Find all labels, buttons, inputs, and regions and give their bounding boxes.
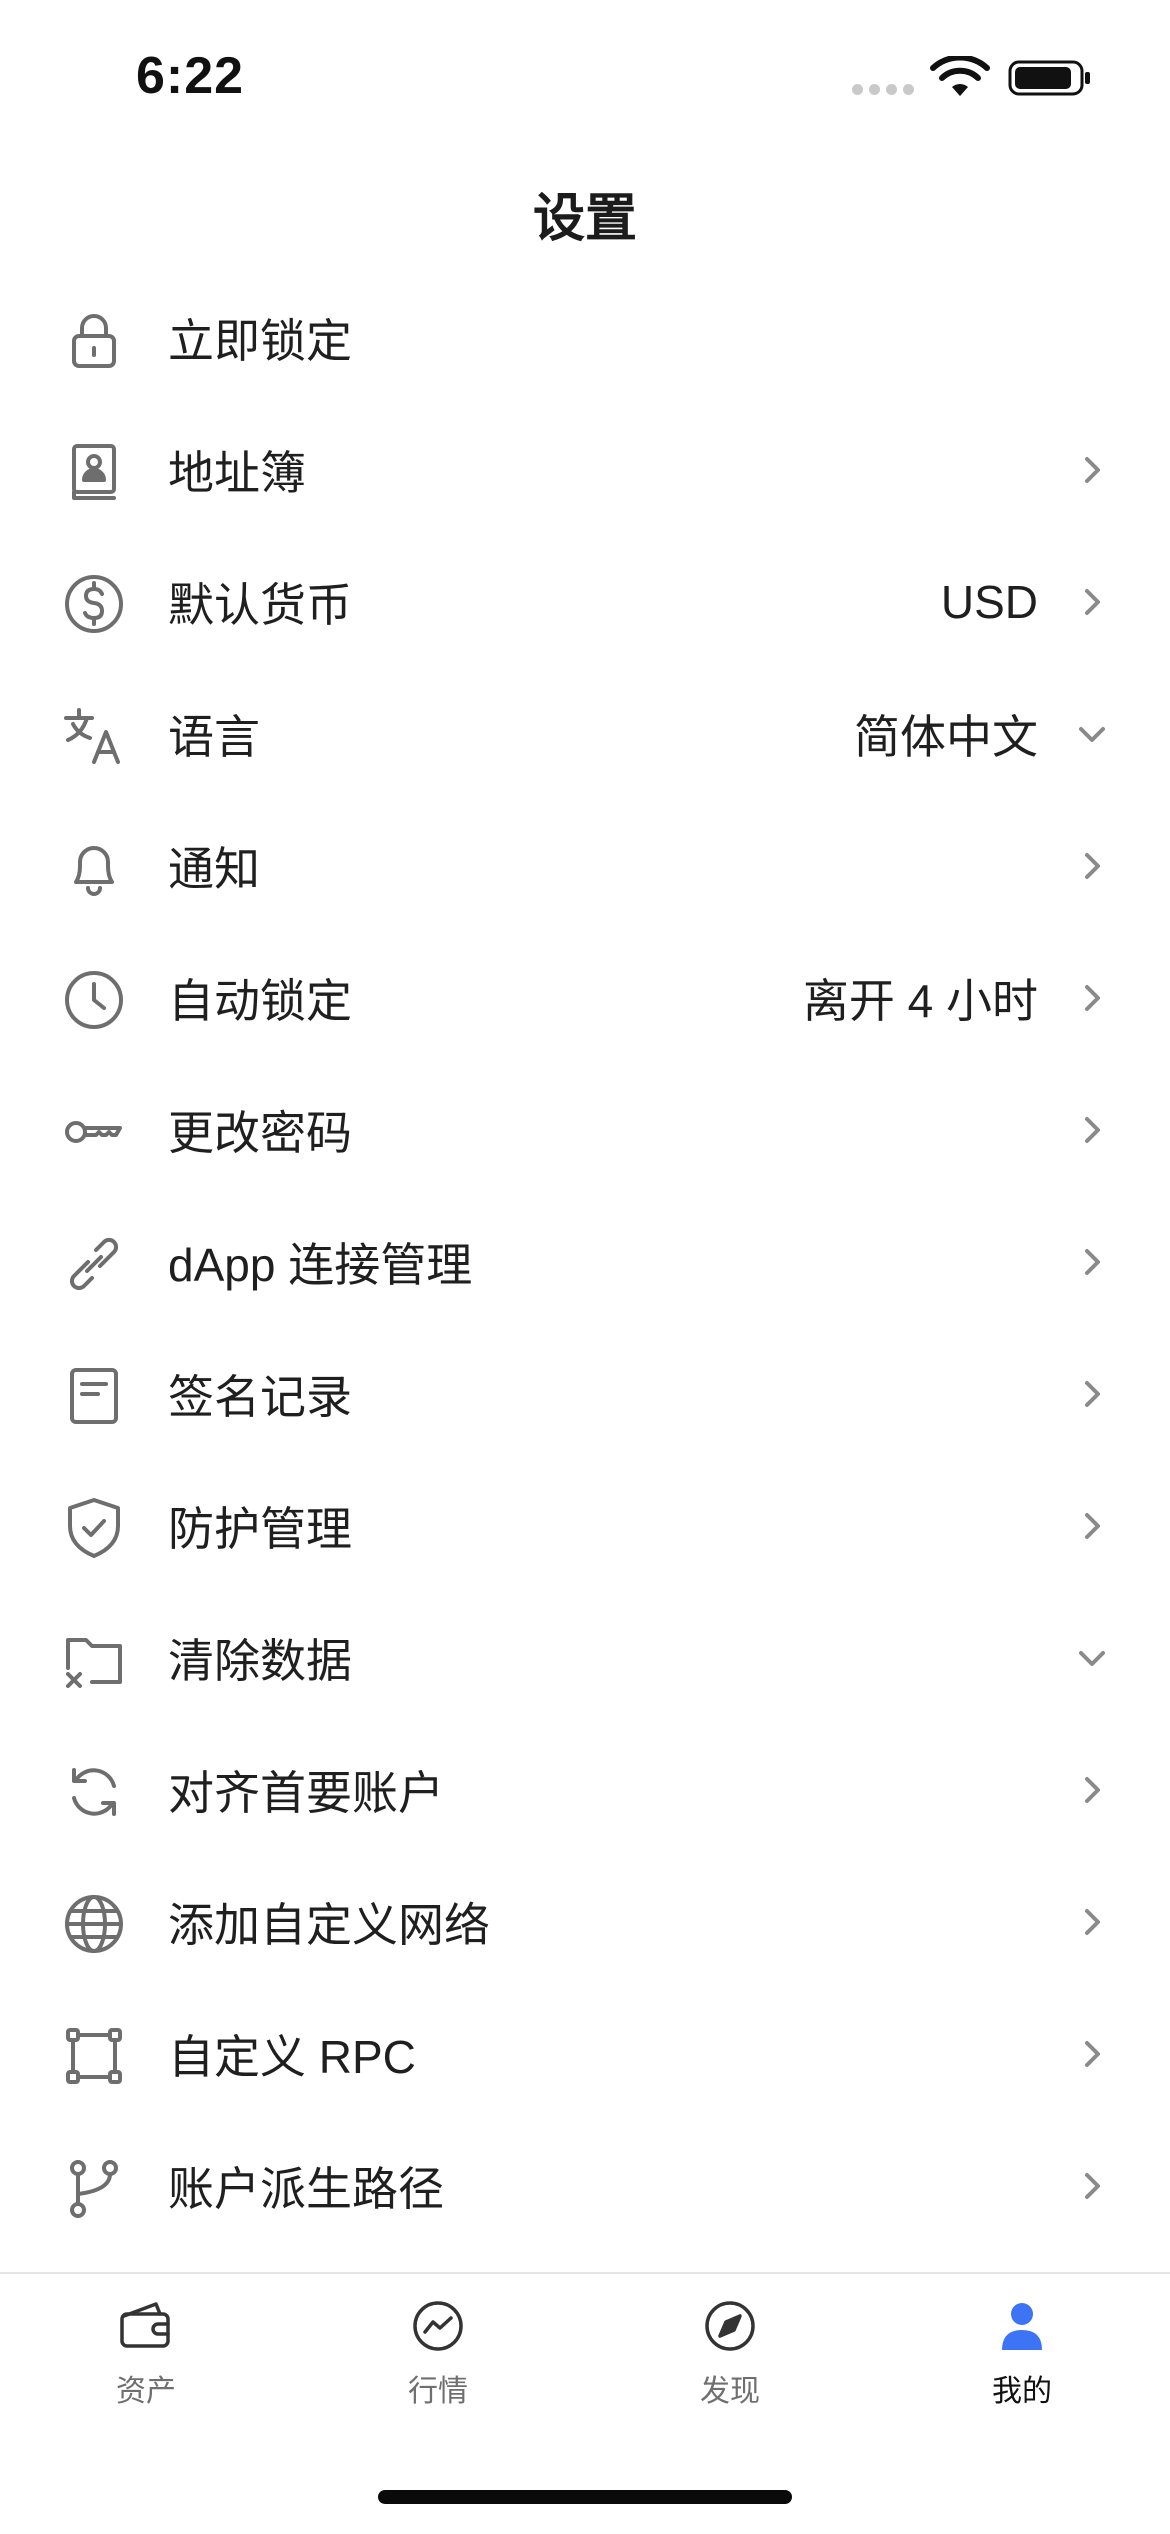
key-icon bbox=[62, 1100, 126, 1164]
settings-row-derivation-path[interactable]: 账户派生路径 bbox=[0, 2120, 1170, 2252]
wifi-icon bbox=[930, 56, 990, 96]
settings-list: 立即锁定 地址簿 默认货币 USD 语言 简体中文 通知 自动锁定 离开 4 小… bbox=[0, 272, 1170, 2252]
chevron-right-icon bbox=[1074, 1376, 1110, 1412]
settings-row-label: 通知 bbox=[168, 843, 260, 895]
chevron-down-icon bbox=[1074, 1640, 1110, 1676]
branch-icon bbox=[62, 2156, 126, 2220]
chevron-right-icon bbox=[1074, 2168, 1110, 2204]
status-time: 6:22 bbox=[136, 47, 245, 105]
globe-icon bbox=[62, 1892, 126, 1956]
chevron-right-icon bbox=[1074, 1508, 1110, 1544]
settings-row-change-password[interactable]: 更改密码 bbox=[0, 1064, 1170, 1196]
settings-row-address-book[interactable]: 地址簿 bbox=[0, 404, 1170, 536]
settings-row-label: 默认货币 bbox=[168, 579, 352, 631]
address-book-icon bbox=[62, 440, 126, 504]
shield-check-icon bbox=[62, 1496, 126, 1560]
settings-row-align-primary-account[interactable]: 对齐首要账户 bbox=[0, 1724, 1170, 1856]
chevron-right-icon bbox=[1074, 1112, 1110, 1148]
wallet-icon bbox=[116, 2296, 176, 2356]
lock-icon bbox=[62, 308, 126, 372]
chevron-right-icon bbox=[1074, 1244, 1110, 1280]
settings-row-label: 清除数据 bbox=[168, 1635, 352, 1687]
chevron-down-icon bbox=[1074, 716, 1110, 752]
page-title: 设置 bbox=[532, 190, 637, 248]
chevron-right-icon bbox=[1074, 1772, 1110, 1808]
settings-row-default-currency[interactable]: 默认货币 USD bbox=[0, 536, 1170, 668]
tab-market[interactable]: 行情 bbox=[338, 2296, 538, 2410]
settings-row-lock-now[interactable]: 立即锁定 bbox=[0, 272, 1170, 404]
chevron-right-icon bbox=[1074, 848, 1110, 884]
status-bar: 6:22 bbox=[0, 0, 1170, 150]
tab-label: 行情 bbox=[408, 2375, 468, 2408]
chevron-right-icon bbox=[1074, 452, 1110, 488]
battery-icon bbox=[1008, 60, 1090, 96]
folder-x-icon bbox=[62, 1628, 126, 1692]
clock-icon bbox=[62, 968, 126, 1032]
cellular-signal-icon bbox=[852, 84, 914, 95]
compass-icon bbox=[700, 2296, 760, 2356]
settings-row-dapp-connections[interactable]: dApp 连接管理 bbox=[0, 1196, 1170, 1328]
settings-row-notifications[interactable]: 通知 bbox=[0, 800, 1170, 932]
document-icon bbox=[62, 1364, 126, 1428]
settings-row-label: 自动锁定 bbox=[168, 975, 352, 1027]
nodes-square-icon bbox=[62, 2024, 126, 2088]
settings-row-label: 防护管理 bbox=[168, 1503, 352, 1555]
settings-row-label: 语言 bbox=[168, 711, 260, 763]
tab-discover[interactable]: 发现 bbox=[630, 2296, 830, 2410]
chevron-right-icon bbox=[1074, 2036, 1110, 2072]
home-indicator[interactable] bbox=[378, 2490, 792, 2504]
settings-row-add-custom-network[interactable]: 添加自定义网络 bbox=[0, 1856, 1170, 1988]
settings-row-label: 立即锁定 bbox=[168, 315, 352, 367]
chevron-right-icon bbox=[1074, 980, 1110, 1016]
refresh-icon bbox=[62, 1760, 126, 1824]
settings-row-language[interactable]: 语言 简体中文 bbox=[0, 668, 1170, 800]
tab-label: 发现 bbox=[700, 2375, 760, 2408]
settings-row-signature-records[interactable]: 签名记录 bbox=[0, 1328, 1170, 1460]
settings-row-clear-data[interactable]: 清除数据 bbox=[0, 1592, 1170, 1724]
chevron-right-icon bbox=[1074, 584, 1110, 620]
tab-assets[interactable]: 资产 bbox=[46, 2296, 246, 2410]
market-chart-icon bbox=[408, 2296, 468, 2356]
dollar-circle-icon bbox=[62, 572, 126, 636]
tab-label: 资产 bbox=[116, 2375, 176, 2408]
settings-row-value: 简体中文 bbox=[854, 711, 1038, 763]
link-icon bbox=[62, 1232, 126, 1296]
settings-row-label: 地址簿 bbox=[168, 447, 306, 499]
settings-row-label: 签名记录 bbox=[168, 1371, 352, 1423]
settings-row-label: 更改密码 bbox=[168, 1107, 352, 1159]
settings-row-label: 账户派生路径 bbox=[168, 2163, 444, 2215]
tab-me[interactable]: 我的 bbox=[922, 2296, 1122, 2410]
settings-row-auto-lock[interactable]: 自动锁定 离开 4 小时 bbox=[0, 932, 1170, 1064]
chevron-right-icon bbox=[1074, 1904, 1110, 1940]
settings-row-protection[interactable]: 防护管理 bbox=[0, 1460, 1170, 1592]
bell-icon bbox=[62, 836, 126, 900]
settings-row-custom-rpc[interactable]: 自定义 RPC bbox=[0, 1988, 1170, 2120]
settings-row-label: 自定义 RPC bbox=[168, 2031, 416, 2083]
translate-icon bbox=[62, 704, 126, 768]
settings-row-value: 离开 4 小时 bbox=[802, 975, 1038, 1027]
settings-row-label: 添加自定义网络 bbox=[168, 1899, 490, 1951]
user-icon bbox=[992, 2296, 1052, 2356]
tab-label: 我的 bbox=[992, 2375, 1052, 2408]
settings-row-value: USD bbox=[940, 576, 1038, 628]
settings-row-label: dApp 连接管理 bbox=[168, 1239, 473, 1291]
settings-row-label: 对齐首要账户 bbox=[168, 1767, 444, 1819]
